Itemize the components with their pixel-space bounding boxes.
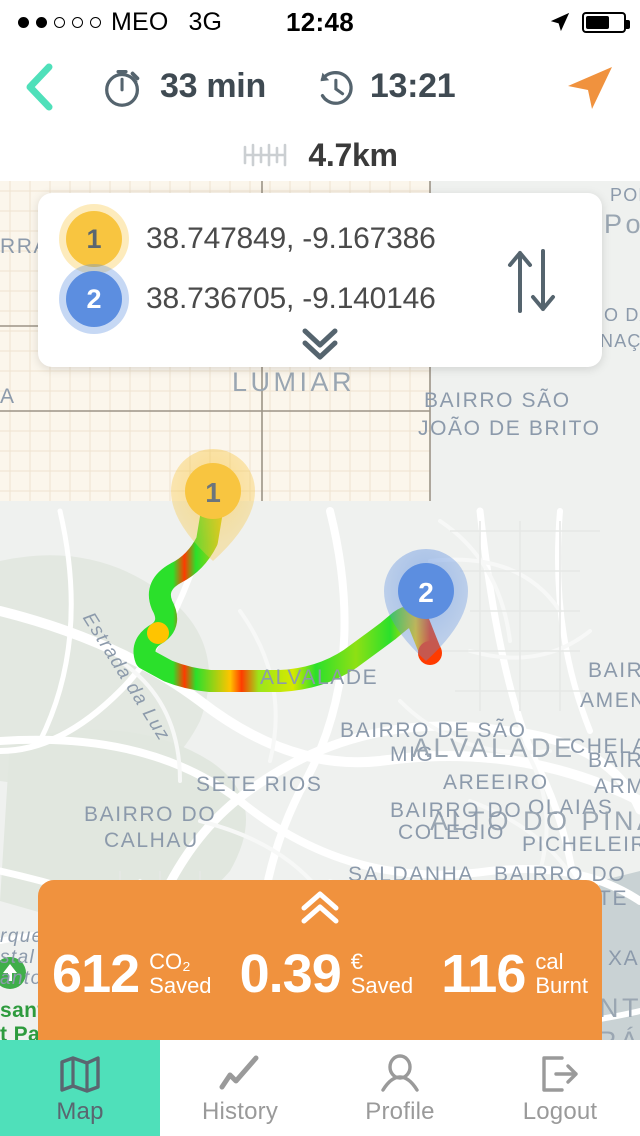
waypoint-card: 1 38.747849, -9.167386 2 38.736705, -9.1… [38, 193, 602, 367]
distance-value: 4.7km [308, 136, 398, 173]
chart-line-icon [216, 1050, 264, 1094]
eta-value: 13:21 [369, 67, 456, 105]
waypoint-coords-1: 38.747849, -9.167386 [146, 222, 436, 255]
trip-stats-panel[interactable]: 612 CO₂ Saved 0.39 € Saved 116 cal Burnt [38, 880, 602, 1040]
tab-map[interactable]: Map [0, 1040, 160, 1136]
stat-calories-value: 116 [441, 944, 526, 1004]
eta-metric: 13:21 [310, 64, 456, 110]
svg-text:1: 1 [205, 477, 221, 508]
waypoint-row-2[interactable]: 2 38.736705, -9.140146 [66, 271, 436, 327]
waypoint-badge-1: 1 [66, 211, 122, 267]
location-arrow-icon [550, 12, 570, 32]
stat-money: 0.39 € Saved [240, 947, 414, 1001]
chevron-left-icon [26, 63, 53, 110]
chevron-double-up-icon [301, 891, 339, 924]
battery-icon [582, 11, 630, 33]
stat-co2: 612 CO₂ Saved [52, 947, 212, 1001]
clock-history-icon [320, 70, 353, 105]
tab-map-label: Map [56, 1098, 104, 1125]
navigation-arrow-icon [568, 67, 612, 109]
stat-money-label: € Saved [350, 949, 414, 998]
svg-text:2: 2 [418, 577, 434, 608]
distance-metric: 4.7km [0, 129, 640, 181]
person-icon [376, 1050, 424, 1094]
status-bar-right [549, 11, 630, 33]
chevron-double-down-icon [302, 328, 338, 360]
stat-calories: 116 cal Burnt [441, 947, 588, 1001]
tab-history-label: History [201, 1098, 279, 1125]
bottom-tab-bar: Map History Profile Logout [0, 1040, 640, 1136]
stat-co2-label: CO₂ Saved [149, 949, 212, 998]
stat-money-value: 0.39 [239, 944, 342, 1004]
tab-history[interactable]: History [160, 1040, 320, 1136]
expand-stats-button[interactable] [288, 888, 352, 928]
ruler-icon [244, 143, 287, 167]
duration-value: 33 min [160, 67, 266, 105]
navigate-button[interactable] [564, 64, 616, 112]
stat-calories-label: cal Burnt [535, 949, 588, 998]
expand-waypoints-button[interactable] [289, 323, 351, 361]
back-button[interactable] [0, 61, 78, 113]
swap-waypoints-button[interactable] [500, 245, 562, 317]
tab-logout[interactable]: Logout [480, 1040, 640, 1136]
map-icon [56, 1050, 104, 1094]
logout-icon [536, 1050, 584, 1094]
waypoint-coords-2: 38.736705, -9.140146 [146, 282, 436, 315]
trip-header: 33 min 13:21 4.7km [0, 44, 640, 181]
tab-logout-label: Logout [522, 1098, 598, 1125]
app-screen: MEO 3G 12:48 33 min 13:21 4.7km 1 2 RRA … [0, 0, 640, 1136]
tab-profile[interactable]: Profile [320, 1040, 480, 1136]
stat-co2-value: 612 [52, 944, 140, 1004]
duration-metric: 33 min [100, 64, 266, 110]
stopwatch-icon [105, 69, 140, 107]
waypoint-badge-2: 2 [66, 271, 122, 327]
status-bar: MEO 3G 12:48 [0, 0, 640, 44]
swap-vertical-arrows-icon [508, 249, 555, 313]
status-bar-clock: 12:48 [286, 6, 354, 37]
waypoint-row-1[interactable]: 1 38.747849, -9.167386 [66, 211, 436, 267]
tab-profile-label: Profile [365, 1098, 435, 1125]
